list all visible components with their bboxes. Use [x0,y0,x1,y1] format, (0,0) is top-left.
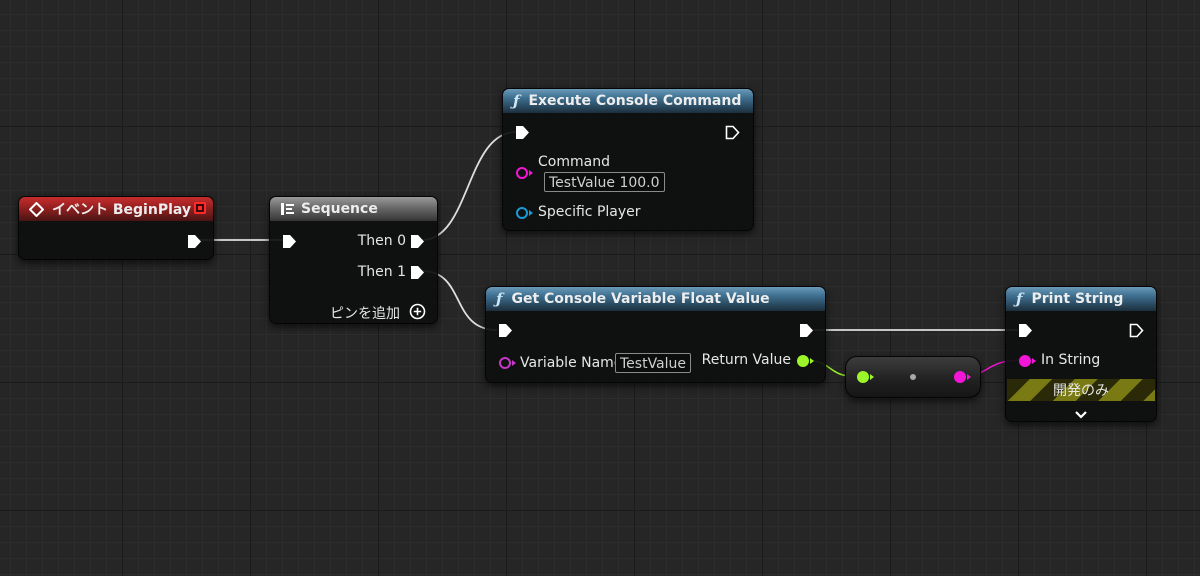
function-f-icon: ƒ [496,290,503,308]
variable-name-input[interactable]: TestValue [615,353,692,373]
get-float-exec-out-pin[interactable] [798,322,815,339]
sequence-title: Sequence [301,201,378,217]
get-console-variable-float-node[interactable]: ƒ Get Console Variable Float Value Varia… [485,286,826,383]
return-value-float-pin[interactable] [797,355,809,367]
delegate-square-icon[interactable] [194,202,206,214]
print-string-header[interactable]: ƒ Print String [1006,287,1156,311]
get-console-variable-float-header[interactable]: ƒ Get Console Variable Float Value [486,287,825,311]
specific-player-label: Specific Player [538,204,641,220]
event-diamond-icon [29,201,44,217]
conversion-float-in-arrow [870,374,874,380]
variable-name-pin[interactable] [499,357,511,369]
development-only-label: 開発のみ [1053,383,1109,399]
float-to-string-conversion-node[interactable] [845,356,981,398]
command-input[interactable]: TestValue 100.0 [544,172,665,192]
sequence-header[interactable]: Sequence [270,197,437,221]
execute-console-command-header[interactable]: ƒ Execute Console Command [503,89,753,113]
function-f-icon: ƒ [513,92,520,110]
sequence-exec-in-pin[interactable] [281,233,298,250]
command-label: Command [538,154,610,170]
specific-player-object-pin[interactable] [516,207,528,219]
print-string-exec-in-pin[interactable] [1017,322,1034,339]
print-string-title: Print String [1031,291,1124,307]
execute-console-exec-in-pin[interactable] [514,124,531,141]
in-string-pin[interactable] [1019,355,1031,367]
chevron-down-icon[interactable] [1074,405,1088,424]
variable-name-pin-arrow [512,360,516,366]
sequence-then0-label: Then 0 [357,233,406,249]
print-string-exec-out-pin[interactable] [1128,322,1145,339]
event-beginplay-node[interactable]: イベント BeginPlay [18,196,214,260]
command-pin-arrow [529,170,533,176]
sequence-then1-label: Then 1 [357,264,406,280]
sequence-node[interactable]: Sequence Then 0 Then 1 ピンを追加 [269,196,438,324]
execute-console-exec-out-pin[interactable] [724,124,741,141]
get-float-exec-in-pin[interactable] [497,322,514,339]
execute-console-command-node[interactable]: ƒ Execute Console Command Command TestVa… [502,88,754,231]
return-value-label: Return Value [701,352,791,368]
plus-circle-icon[interactable] [409,303,426,324]
beginplay-exec-out-pin[interactable] [186,233,203,250]
conversion-dot-icon [910,374,916,380]
conversion-string-out-arrow [967,374,971,380]
return-value-pin-arrow [810,358,814,364]
sequence-then1-pin[interactable] [409,264,426,281]
print-string-node[interactable]: ƒ Print String In String 開発のみ [1005,286,1157,422]
sequence-macro-icon [280,202,295,216]
event-beginplay-header[interactable]: イベント BeginPlay [19,197,213,221]
in-string-pin-arrow [1032,358,1036,364]
event-beginplay-title: イベント BeginPlay [52,202,192,218]
conversion-string-out-pin[interactable] [954,371,966,383]
specific-player-pin-arrow [529,210,533,216]
conversion-float-in-pin[interactable] [857,371,869,383]
variable-name-label: Variable Name [520,355,623,371]
function-f-icon: ƒ [1016,290,1023,308]
command-string-pin[interactable] [516,167,528,179]
execute-console-command-title: Execute Console Command [528,93,742,109]
in-string-label: In String [1041,352,1101,368]
sequence-then0-pin[interactable] [409,233,426,250]
sequence-add-pin-label[interactable]: ピンを追加 [330,303,400,323]
get-console-variable-float-title: Get Console Variable Float Value [511,291,770,307]
